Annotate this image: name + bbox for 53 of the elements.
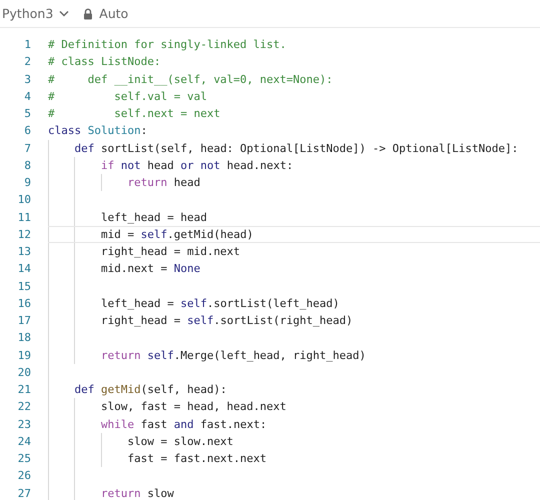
line-number: 6 <box>23 124 31 138</box>
line-number: 17 <box>16 314 31 328</box>
code-line: # class ListNode: <box>48 55 161 68</box>
line-number: 21 <box>16 383 31 396</box>
code-line: mid.next = None <box>100 262 200 276</box>
line-number: 25 <box>16 452 31 466</box>
code-line: class Solution: <box>48 124 148 138</box>
code-line: if not head or not head.next: <box>100 158 294 172</box>
code-line: while fast and fast.next: <box>100 418 267 431</box>
code-line: mid = self.getMid(head) <box>100 228 254 241</box>
code-line: slow, fast = head, head.next <box>100 400 286 414</box>
code-line: def sortList(self, head: Optional[ListNode]) -> Optional[ListNode]: <box>73 142 518 155</box>
code-line: # self.next = next <box>48 107 220 120</box>
code-line: left_head = head <box>100 210 207 224</box>
code-line: def getMid(self, head): <box>73 383 227 396</box>
code-line: return self.Merge(left_head, right_head) <box>100 348 366 362</box>
line-number: 26 <box>16 469 31 482</box>
code-line: return head <box>126 176 200 190</box>
code-line: right_head = mid.next <box>100 245 240 258</box>
line-number: 8 <box>23 158 31 172</box>
lock-icon <box>83 8 94 20</box>
code-line: return slow <box>100 486 174 500</box>
line-number: 16 <box>16 296 31 310</box>
line-number: 15 <box>16 280 31 293</box>
code-line: fast = fast.next.next <box>126 452 267 466</box>
code-line: # self.val = val <box>48 90 207 103</box>
line-number: 9 <box>23 176 31 190</box>
line-number: 10 <box>16 193 31 206</box>
line-number: 27 <box>16 486 31 500</box>
line-number: 3 <box>23 72 31 86</box>
line-number: 23 <box>16 418 31 431</box>
line-number: 5 <box>23 107 31 120</box>
line-number: 19 <box>16 348 31 362</box>
language-dropdown[interactable]: Python3 <box>2 6 70 21</box>
line-number: 7 <box>23 142 31 155</box>
chevron-icon <box>59 10 70 17</box>
code-line: right_head = self.sortList(right_head) <box>100 314 353 328</box>
line-number: 12 <box>16 228 31 241</box>
code-line: # def __init__(self, val=0, next=None): <box>48 72 333 86</box>
code-line: left_head = self.sortList(left_head) <box>100 296 340 310</box>
line-number: 4 <box>23 90 31 103</box>
mode-button[interactable]: Auto <box>83 6 128 21</box>
line-number: 2 <box>23 55 31 68</box>
line-number: 22 <box>16 400 31 414</box>
line-number: 13 <box>16 245 31 258</box>
line-number: 14 <box>16 262 31 276</box>
line-number: 1 <box>23 38 31 52</box>
code-line: slow = slow.next <box>126 434 234 448</box>
line-number: 11 <box>16 210 31 224</box>
line-number: 24 <box>16 434 31 448</box>
line-number: 20 <box>16 366 31 379</box>
code-line: # Definition for singly-linked list. <box>48 38 286 52</box>
line-number: 18 <box>16 331 31 344</box>
